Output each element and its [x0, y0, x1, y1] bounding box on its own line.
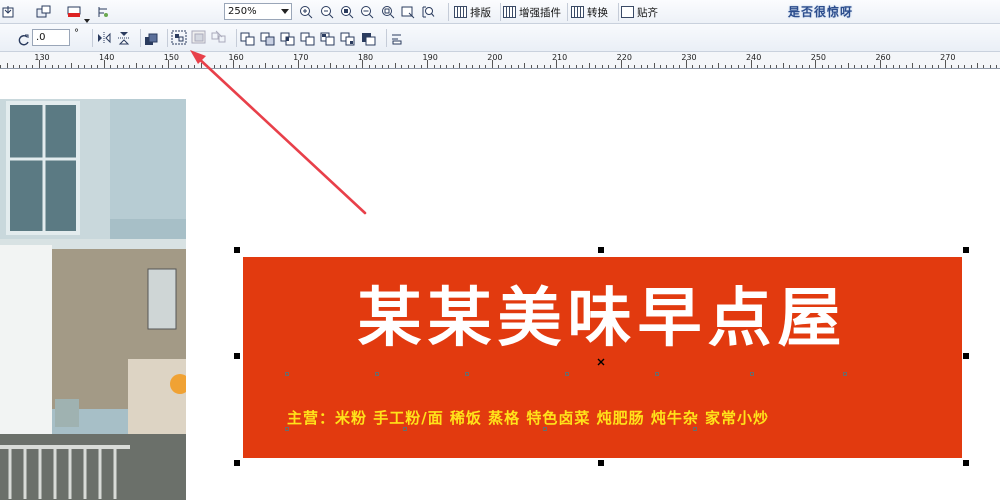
annotation-arrow	[190, 50, 367, 215]
coreldraw-window: 250% 排版 增强插件 转换 贴齐 是否很惊呀 .0 ° 130 140 15…	[0, 0, 1000, 500]
